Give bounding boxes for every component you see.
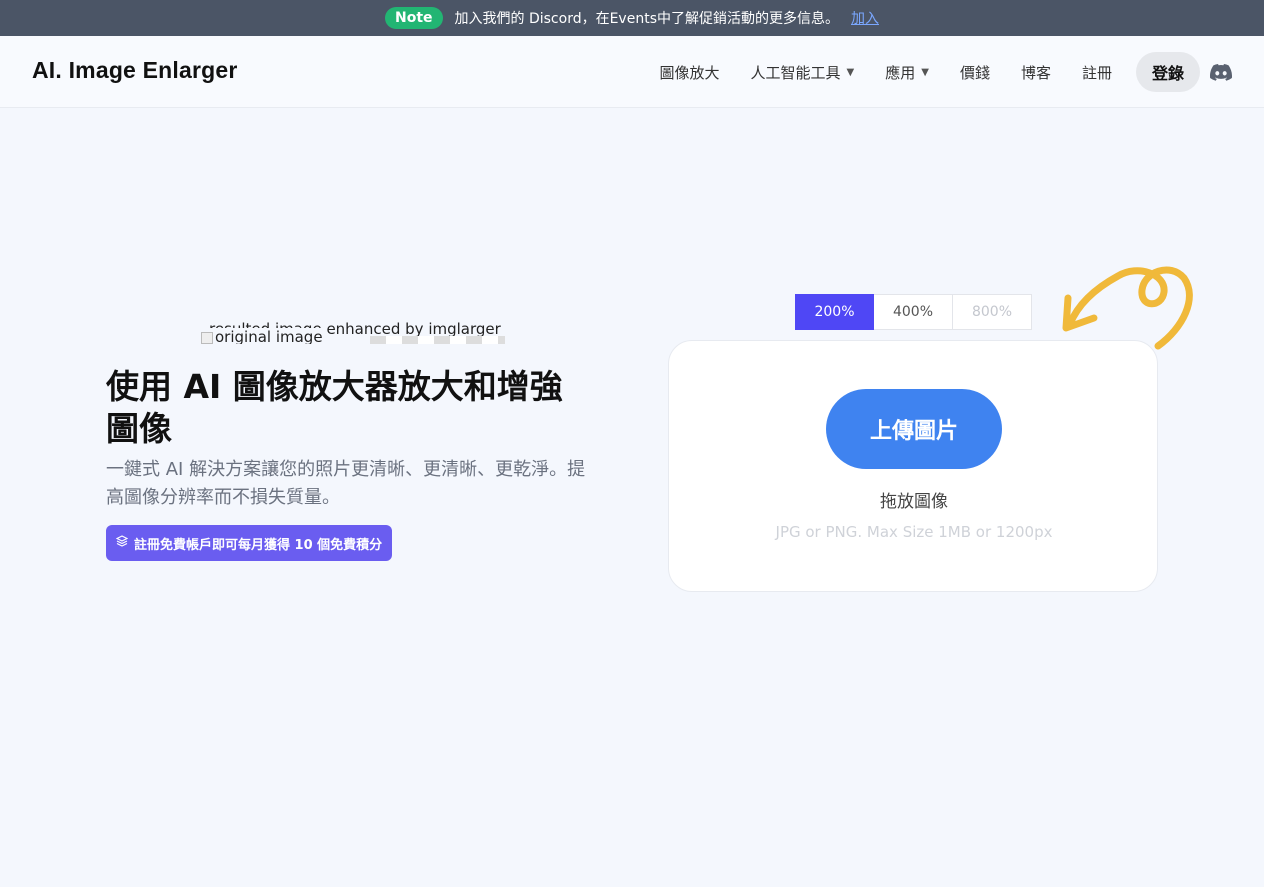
nav-label: 人工智能工具 <box>750 63 841 82</box>
promo-label: 註冊免費帳戶即可每月獲得 10 個免費積分 <box>134 537 383 553</box>
scale-option-800[interactable]: 800% <box>953 294 1032 330</box>
main-nav: 圖像放大 人工智能工具 ▼ 應用 ▼ 價錢 博客 註冊 登錄 <box>659 52 1232 92</box>
nav-pricing[interactable]: 價錢 <box>960 62 990 83</box>
drag-drop-label: 拖放圖像 <box>880 492 948 512</box>
hero-title: 使用 AI 圖像放大器放大和增強圖像 <box>106 367 563 448</box>
scale-option-400[interactable]: 400% <box>874 294 953 330</box>
nav-label: 價錢 <box>959 63 990 82</box>
nav-ai-tools[interactable]: 人工智能工具 ▼ <box>751 62 855 83</box>
chevron-down-icon: ▼ <box>921 66 929 78</box>
banner-message: 加入我們的 Discord，在Events中了解促銷活動的更多信息。 <box>454 11 839 27</box>
original-image-alt: original image <box>201 328 327 344</box>
free-credits-promo[interactable]: 註冊免費帳戶即可每月獲得 10 個免費積分 <box>106 525 393 561</box>
comparison-image: resulted image enhanced by imglarger ori… <box>195 322 507 344</box>
upload-dropzone[interactable]: 上傳圖片 拖放圖像 JPG or PNG. Max Size 1MB or 12… <box>668 340 1158 592</box>
discord-icon[interactable] <box>1210 61 1232 83</box>
original-alt-text: original image <box>215 328 323 344</box>
nav-label: 博客 <box>1020 63 1051 82</box>
nav-label: 應用 <box>885 63 916 82</box>
site-logo[interactable]: AI. Image Enlarger <box>32 57 238 84</box>
nav-apps[interactable]: 應用 ▼ <box>885 62 929 83</box>
hero-subtitle: 一鍵式 AI 解決方案讓您的照片更清晰、更清晰、更乾淨。提高圖像分辨率而不損失質… <box>106 459 586 508</box>
nav-register[interactable]: 註冊 <box>1082 62 1112 83</box>
nav-label: 圖像放大 <box>659 63 720 82</box>
site-header: AI. Image Enlarger 圖像放大 人工智能工具 ▼ 應用 ▼ 價錢 博… <box>0 36 1264 108</box>
nav-label: 註冊 <box>1081 63 1112 82</box>
join-discord-link[interactable]: 加入 <box>851 8 879 28</box>
upload-image-button[interactable]: 上傳圖片 <box>826 389 1002 469</box>
chevron-down-icon: ▼ <box>846 66 855 78</box>
announcement-banner: Note 加入我們的 Discord，在Events中了解促銷活動的更多信息。 … <box>0 0 1264 36</box>
note-badge: Note <box>384 7 443 29</box>
nav-blog[interactable]: 博客 <box>1021 62 1051 83</box>
nav-image-upscale[interactable]: 圖像放大 <box>659 62 719 83</box>
scale-selector: 200% 400% 800% <box>795 294 1032 330</box>
transparency-checker <box>370 336 505 344</box>
scale-option-200[interactable]: 200% <box>795 294 874 330</box>
file-requirements-hint: JPG or PNG. Max Size 1MB or 1200px <box>775 523 1053 541</box>
login-button[interactable]: 登錄 <box>1135 52 1200 92</box>
broken-image-icon <box>201 331 213 344</box>
layers-icon <box>115 535 129 551</box>
